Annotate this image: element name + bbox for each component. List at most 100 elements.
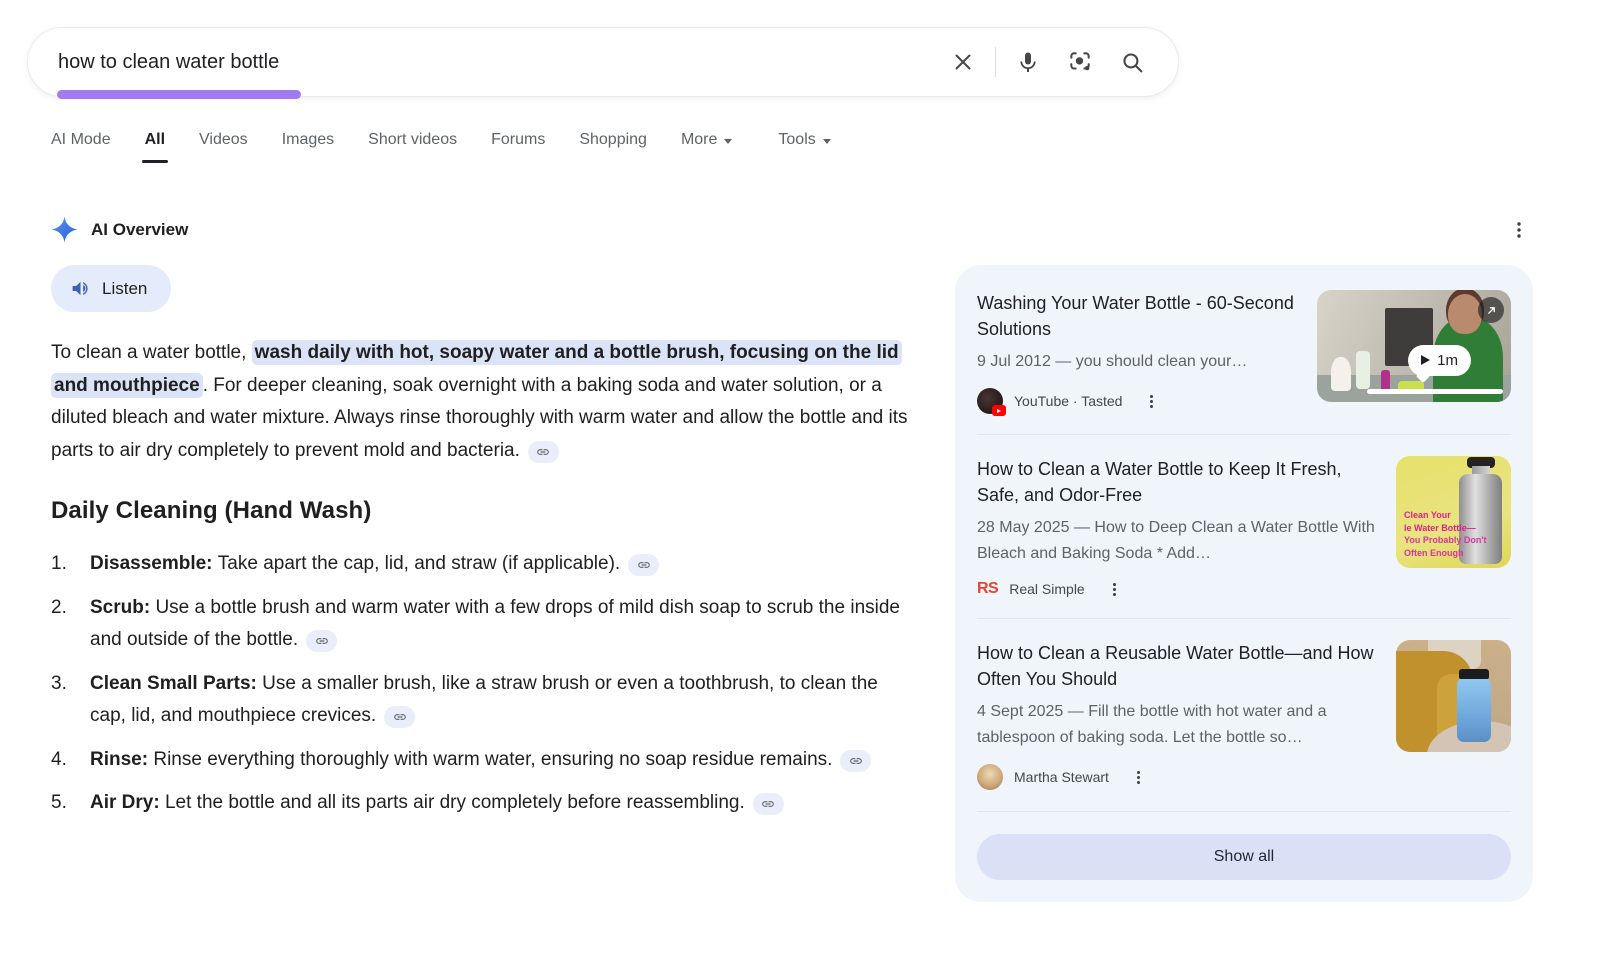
tab-label: More <box>681 131 717 149</box>
tab-label: Forums <box>491 131 545 149</box>
duration-label: 1m <box>1437 352 1458 369</box>
citation-link-icon[interactable] <box>306 630 337 652</box>
list-item-text: Use a bottle brush and warm water with a… <box>90 597 900 651</box>
tab-more[interactable]: More <box>681 131 732 163</box>
video-duration-badge: 1m <box>1408 345 1471 376</box>
card-title[interactable]: Washing Your Water Bottle - 60-Second So… <box>977 290 1299 342</box>
tab-forums[interactable]: Forums <box>491 131 545 163</box>
youtube-favicon <box>977 388 1003 414</box>
listen-label: Listen <box>102 279 147 299</box>
card-snippet: 28 May 2025 — How to Deep Clean a Water … <box>977 515 1378 567</box>
clear-icon[interactable] <box>937 38 989 86</box>
listen-button[interactable]: Listen <box>51 265 171 312</box>
show-all-button[interactable]: Show all <box>977 834 1511 880</box>
list-item-number: 3. <box>51 668 90 733</box>
tab-ai-mode[interactable]: AI Mode <box>51 131 111 163</box>
list-item-label: Scrub: <box>90 597 155 618</box>
tab-label: Videos <box>199 131 248 149</box>
card-title[interactable]: How to Clean a Reusable Water Bottle—and… <box>977 640 1378 692</box>
tab-label: Short videos <box>368 131 457 149</box>
ai-sparkle-icon <box>51 216 78 243</box>
card-snippet: 9 Jul 2012 — you should clean your… <box>977 349 1299 375</box>
card-title[interactable]: How to Clean a Water Bottle to Keep It F… <box>977 456 1378 508</box>
list-item: 3.Clean Small Parts: Use a smaller brush… <box>51 668 909 733</box>
list-item-label: Air Dry: <box>90 792 165 813</box>
card-source-row: Martha Stewart <box>977 764 1378 790</box>
active-tab-underline <box>142 160 168 163</box>
steps-list: 1.Disassemble: Take apart the cap, lid, … <box>51 548 909 820</box>
citation-link-icon[interactable] <box>753 793 784 815</box>
speaker-icon <box>70 278 91 299</box>
divider <box>995 47 996 77</box>
chevron-down-icon <box>724 139 732 144</box>
list-item-body: Scrub: Use a bottle brush and warm water… <box>90 592 909 657</box>
overview-options-kebab-icon[interactable] <box>1510 221 1528 242</box>
tab-images[interactable]: Images <box>282 131 334 163</box>
section-heading: Daily Cleaning (Hand Wash) <box>51 497 909 525</box>
result-card-marthastewart[interactable]: How to Clean a Reusable Water Bottle—and… <box>977 618 1511 810</box>
tab-videos[interactable]: Videos <box>199 131 248 163</box>
tab-short-videos[interactable]: Short videos <box>368 131 457 163</box>
citation-link-icon[interactable] <box>628 554 659 576</box>
list-item-number: 5. <box>51 787 90 820</box>
card-source-row: RS Real Simple <box>977 580 1378 598</box>
source-name[interactable]: Martha Stewart <box>1014 769 1109 785</box>
youtube-play-badge-icon <box>992 405 1006 416</box>
tabs: AI Mode All Videos Images Short videos Forums… <box>51 131 831 163</box>
ai-overview-header: AI Overview <box>51 216 909 243</box>
list-item-number: 2. <box>51 592 90 657</box>
tab-all[interactable]: All <box>145 131 165 163</box>
tab-shopping[interactable]: Shopping <box>579 131 647 163</box>
tab-label: All <box>145 131 165 149</box>
list-item-label: Clean Small Parts: <box>90 673 262 694</box>
thumbnail-text: Clean Yourle Water Bottle—You Probably D… <box>1404 509 1486 559</box>
citation-link-icon[interactable] <box>384 706 415 728</box>
divider <box>977 811 1511 812</box>
citation-link-icon[interactable] <box>528 441 559 463</box>
search-bar-icons <box>937 38 1158 86</box>
marthastewart-avatar <box>977 764 1003 790</box>
page-title: AI Overview <box>91 220 188 240</box>
mic-icon[interactable] <box>1002 38 1054 86</box>
search-bar[interactable] <box>27 27 1179 97</box>
article-thumbnail[interactable] <box>1396 640 1511 752</box>
overview-intro: To clean a water bottle, wash daily with… <box>51 337 909 467</box>
card-kebab-icon[interactable] <box>1131 770 1146 785</box>
search-input[interactable] <box>58 51 937 74</box>
card-snippet: 4 Sept 2025 — Fill the bottle with hot w… <box>977 699 1378 751</box>
video-progress-bar <box>1367 389 1503 394</box>
list-item: 1.Disassemble: Take apart the cap, lid, … <box>51 548 909 581</box>
source-name[interactable]: YouTube · Tasted <box>1014 393 1122 409</box>
related-results-panel: Washing Your Water Bottle - 60-Second So… <box>955 265 1533 902</box>
chevron-down-icon <box>823 139 831 144</box>
ai-overview-section: AI Overview Listen To clean a water bott… <box>51 216 909 831</box>
article-thumbnail[interactable]: Clean Yourle Water Bottle—You Probably D… <box>1396 456 1511 568</box>
result-card-realsimple[interactable]: How to Clean a Water Bottle to Keep It F… <box>977 434 1511 618</box>
citation-link-icon[interactable] <box>840 750 871 772</box>
tab-label: AI Mode <box>51 131 111 149</box>
card-source-row: YouTube · Tasted <box>977 388 1299 414</box>
search-icon[interactable] <box>1106 38 1158 86</box>
tab-label: Images <box>282 131 334 149</box>
list-item-number: 4. <box>51 744 90 777</box>
tab-label: Shopping <box>579 131 647 149</box>
list-item: 2.Scrub: Use a bottle brush and warm wat… <box>51 592 909 657</box>
list-item-label: Rinse: <box>90 749 153 770</box>
list-item-body: Clean Small Parts: Use a smaller brush, … <box>90 668 909 733</box>
list-item-text: Let the bottle and all its parts air dry… <box>165 792 745 813</box>
tab-tools[interactable]: Tools <box>778 131 830 163</box>
result-card-video[interactable]: Washing Your Water Bottle - 60-Second So… <box>977 269 1511 434</box>
list-item-text: Rinse everything thoroughly with warm wa… <box>153 749 832 770</box>
tab-label: Tools <box>778 131 815 149</box>
intro-text: To clean a water bottle, <box>51 342 252 363</box>
realsimple-favicon: RS <box>977 580 998 598</box>
lens-icon[interactable] <box>1054 38 1106 86</box>
list-item: 5.Air Dry: Let the bottle and all its pa… <box>51 787 909 820</box>
source-name[interactable]: Real Simple <box>1009 581 1084 597</box>
list-item-text: Take apart the cap, lid, and straw (if a… <box>218 553 620 574</box>
card-kebab-icon[interactable] <box>1107 582 1122 597</box>
video-thumbnail[interactable]: 1m <box>1317 290 1511 402</box>
card-kebab-icon[interactable] <box>1144 394 1159 409</box>
expand-icon[interactable] <box>1478 297 1504 323</box>
list-item-body: Disassemble: Take apart the cap, lid, an… <box>90 548 659 581</box>
